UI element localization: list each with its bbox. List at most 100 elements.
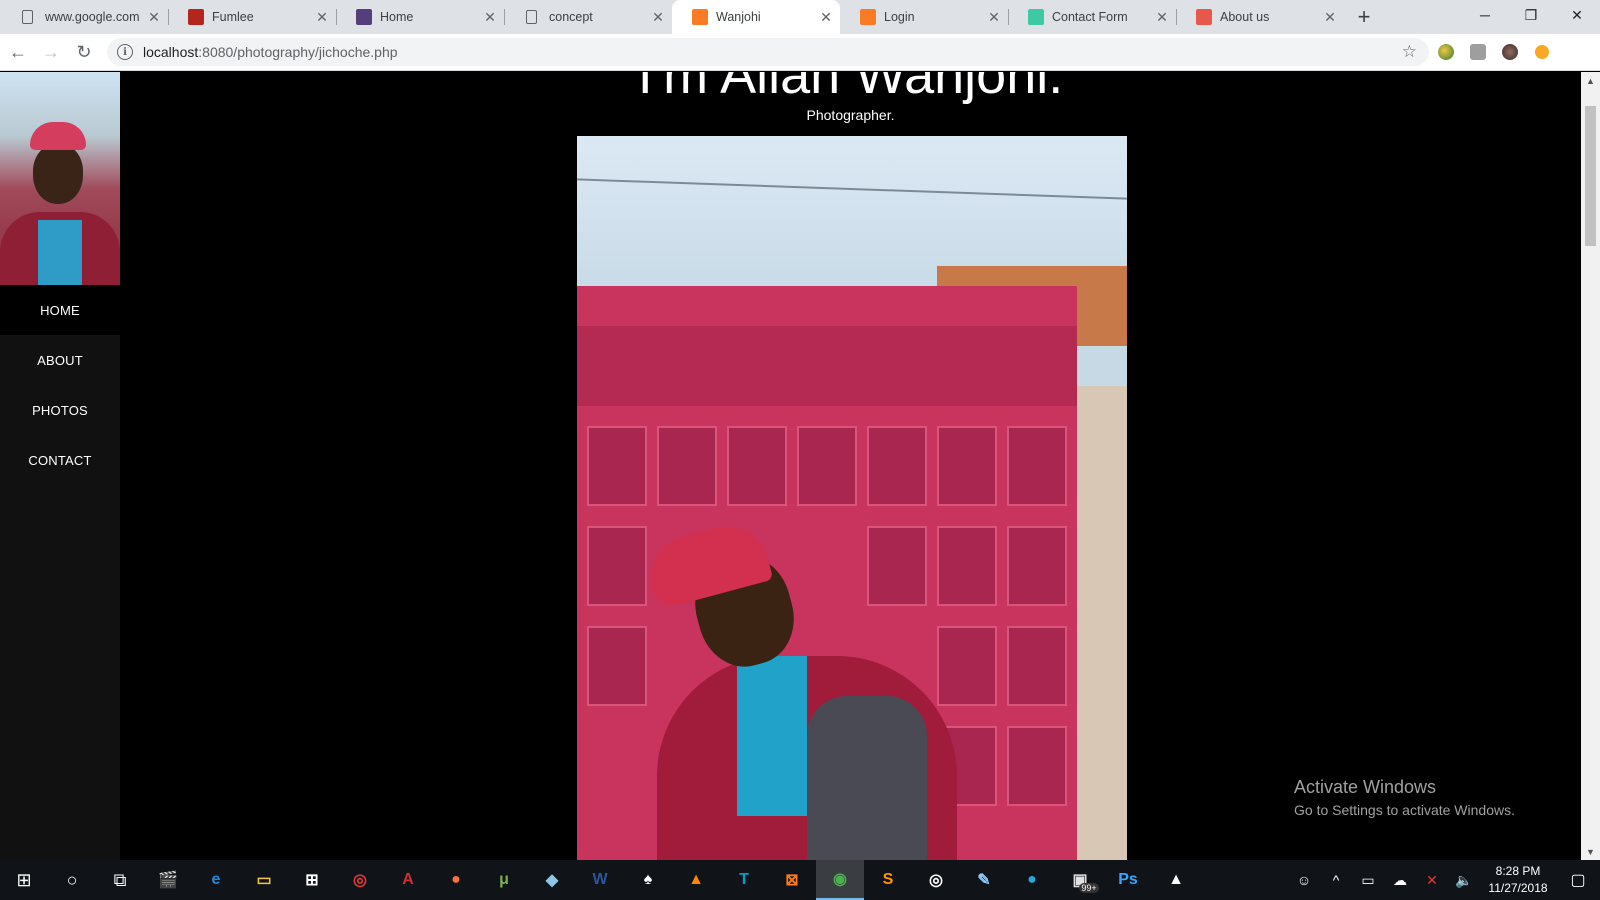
people-icon[interactable]: ☺ [1288, 872, 1320, 888]
clock-date: 11/27/2018 [1488, 881, 1548, 895]
cortana-search-icon[interactable]: ○ [48, 860, 96, 900]
tab-close-icon[interactable]: ✕ [314, 9, 330, 26]
chrome-glyph: ◉ [833, 871, 847, 888]
new-tab-button[interactable]: + [1344, 0, 1384, 34]
paint-icon[interactable]: ✎ [960, 860, 1008, 900]
firefox-glyph: ● [451, 871, 461, 888]
tab-strip: www.google.com ✕ Fumlee ✕ Home ✕ concept ✕ Wanjo… [0, 0, 1600, 34]
hero-photo [577, 136, 1127, 860]
system-clock[interactable]: 8:28 PM 11/27/2018 [1480, 863, 1556, 897]
bookmark-star-icon[interactable]: ☆ [1402, 42, 1417, 62]
menu-item-home[interactable]: HOME [0, 285, 120, 335]
vlc-glyph: ▲ [688, 871, 704, 888]
telkom-icon[interactable]: T [720, 860, 768, 900]
task-view-icon[interactable]: ⧉ [96, 860, 144, 900]
windows-taskbar: ⊞ ○ ⧉ 🎬 e ▭ ⊞ ◎ A ● μ ◆ W ♠ ▲ T ⊠ ◉ S ◎ ✎ ● ▣ 99+ Ps ▲ ☺ ^ ▭ ☁… [0, 860, 1600, 900]
store-icon[interactable]: ⊞ [288, 860, 336, 900]
tab-title: Contact Form [1052, 10, 1128, 24]
cards-icon[interactable]: ♠ [624, 860, 672, 900]
browser-tab[interactable]: concept ✕ [504, 0, 672, 34]
tab-close-icon[interactable]: ✕ [1322, 9, 1338, 26]
back-icon[interactable]: ← [3, 37, 33, 67]
browser-tab[interactable]: About us ✕ [1176, 0, 1344, 34]
edge-glyph: e [211, 871, 221, 888]
update-alert-icon[interactable] [1527, 37, 1557, 67]
tab-title: Login [884, 10, 915, 24]
profile-avatar-icon[interactable] [1495, 37, 1525, 67]
photoshop-glyph: Ps [1118, 871, 1138, 888]
sidebar: HOME ABOUT PHOTOS CONTACT [0, 72, 120, 860]
tab-close-icon[interactable]: ✕ [986, 9, 1002, 26]
badge-app-icon[interactable]: ▣ 99+ [1056, 860, 1104, 900]
photoshop-icon[interactable]: Ps [1104, 860, 1152, 900]
app-red-icon[interactable]: ◎ [336, 860, 384, 900]
notification-badge: 99+ [1079, 883, 1099, 893]
utorrent-icon[interactable]: μ [480, 860, 528, 900]
menu-item-photos[interactable]: PHOTOS [0, 385, 120, 435]
xampp-glyph: ⊠ [785, 872, 799, 889]
show-hidden-icons-chevron-icon[interactable]: ^ [1320, 872, 1352, 888]
word-glyph: W [592, 871, 608, 888]
address-bar[interactable]: i localhost:8080/photography/jichoche.ph… [107, 38, 1429, 66]
movies-icon[interactable]: 🎬 [144, 860, 192, 900]
sphere-icon[interactable]: ● [1008, 860, 1056, 900]
action-center-icon[interactable]: ▢ [1556, 870, 1600, 890]
browser-tab[interactable]: Login ✕ [840, 0, 1008, 34]
photos-glyph: ▲ [1168, 871, 1184, 888]
extension-globe-icon[interactable] [1431, 37, 1461, 67]
browser-tab[interactable]: www.google.com ✕ [0, 0, 168, 34]
reload-icon[interactable]: ↻ [69, 37, 99, 67]
sublime-icon[interactable]: S [864, 860, 912, 900]
edge-icon[interactable]: e [192, 860, 240, 900]
tab-close-icon[interactable]: ✕ [1154, 9, 1170, 26]
tab-close-icon[interactable]: ✕ [482, 9, 498, 26]
page-icon [526, 10, 537, 24]
acrobat-icon[interactable]: A [384, 860, 432, 900]
photos-icon[interactable]: ▲ [1152, 860, 1200, 900]
restore-icon[interactable]: ❐ [1508, 0, 1554, 30]
site-info-icon[interactable]: i [117, 44, 133, 60]
page-scrollbar[interactable]: ▲ ▼ [1581, 72, 1600, 860]
s-logo-icon [188, 9, 204, 25]
menu-item-about[interactable]: ABOUT [0, 335, 120, 385]
browser-tab[interactable]: Fumlee ✕ [168, 0, 336, 34]
notepad-glyph: ◆ [545, 872, 559, 889]
page-icon [22, 10, 33, 24]
file-explorer-glyph: ▭ [256, 872, 272, 889]
xampp-icon[interactable]: ⊠ [768, 860, 816, 900]
word-icon[interactable]: W [576, 860, 624, 900]
cloud-sync-icon[interactable]: ☁ [1384, 872, 1416, 889]
vlc-icon[interactable]: ▲ [672, 860, 720, 900]
chrome-icon[interactable]: ◉ [816, 860, 864, 900]
xampp-icon [860, 9, 876, 25]
file-explorer-icon[interactable]: ▭ [240, 860, 288, 900]
menu-item-contact[interactable]: CONTACT [0, 435, 120, 485]
circle-app-icon[interactable]: ◎ [912, 860, 960, 900]
clock-time: 8:28 PM [1495, 864, 1541, 878]
minimize-icon[interactable]: ─ [1462, 0, 1508, 30]
browser-tab[interactable]: Wanjohi ✕ [672, 0, 840, 34]
notepad-icon[interactable]: ◆ [528, 860, 576, 900]
acrobat-glyph: A [402, 871, 414, 888]
scroll-up-icon[interactable]: ▲ [1581, 72, 1600, 89]
scroll-down-icon[interactable]: ▼ [1581, 843, 1600, 860]
tab-close-icon[interactable]: ✕ [146, 9, 162, 26]
extension-lock-icon[interactable] [1463, 37, 1493, 67]
browser-tab[interactable]: Home ✕ [336, 0, 504, 34]
tab-title: Wanjohi [716, 10, 761, 24]
network-icon[interactable]: ✕ [1416, 872, 1448, 889]
forward-icon[interactable]: → [36, 37, 66, 67]
volume-icon[interactable]: 🔈 [1448, 872, 1480, 889]
start-windows-icon[interactable]: ⊞ [0, 860, 48, 900]
tab-close-icon[interactable]: ✕ [650, 9, 666, 26]
url-path: :8080/photography/jichoche.php [198, 44, 398, 60]
scroll-thumb[interactable] [1585, 106, 1596, 246]
movies-glyph: 🎬 [158, 872, 178, 889]
battery-icon[interactable]: ▭ [1352, 872, 1384, 889]
tab-close-icon[interactable]: ✕ [818, 9, 834, 26]
system-tray: ☺ ^ ▭ ☁ ✕ 🔈 8:28 PM 11/27/2018 ▢ [1288, 860, 1600, 900]
close-window-icon[interactable]: ✕ [1554, 0, 1600, 30]
url-host: localhost [143, 44, 199, 60]
browser-tab[interactable]: Contact Form ✕ [1008, 0, 1176, 34]
firefox-icon[interactable]: ● [432, 860, 480, 900]
